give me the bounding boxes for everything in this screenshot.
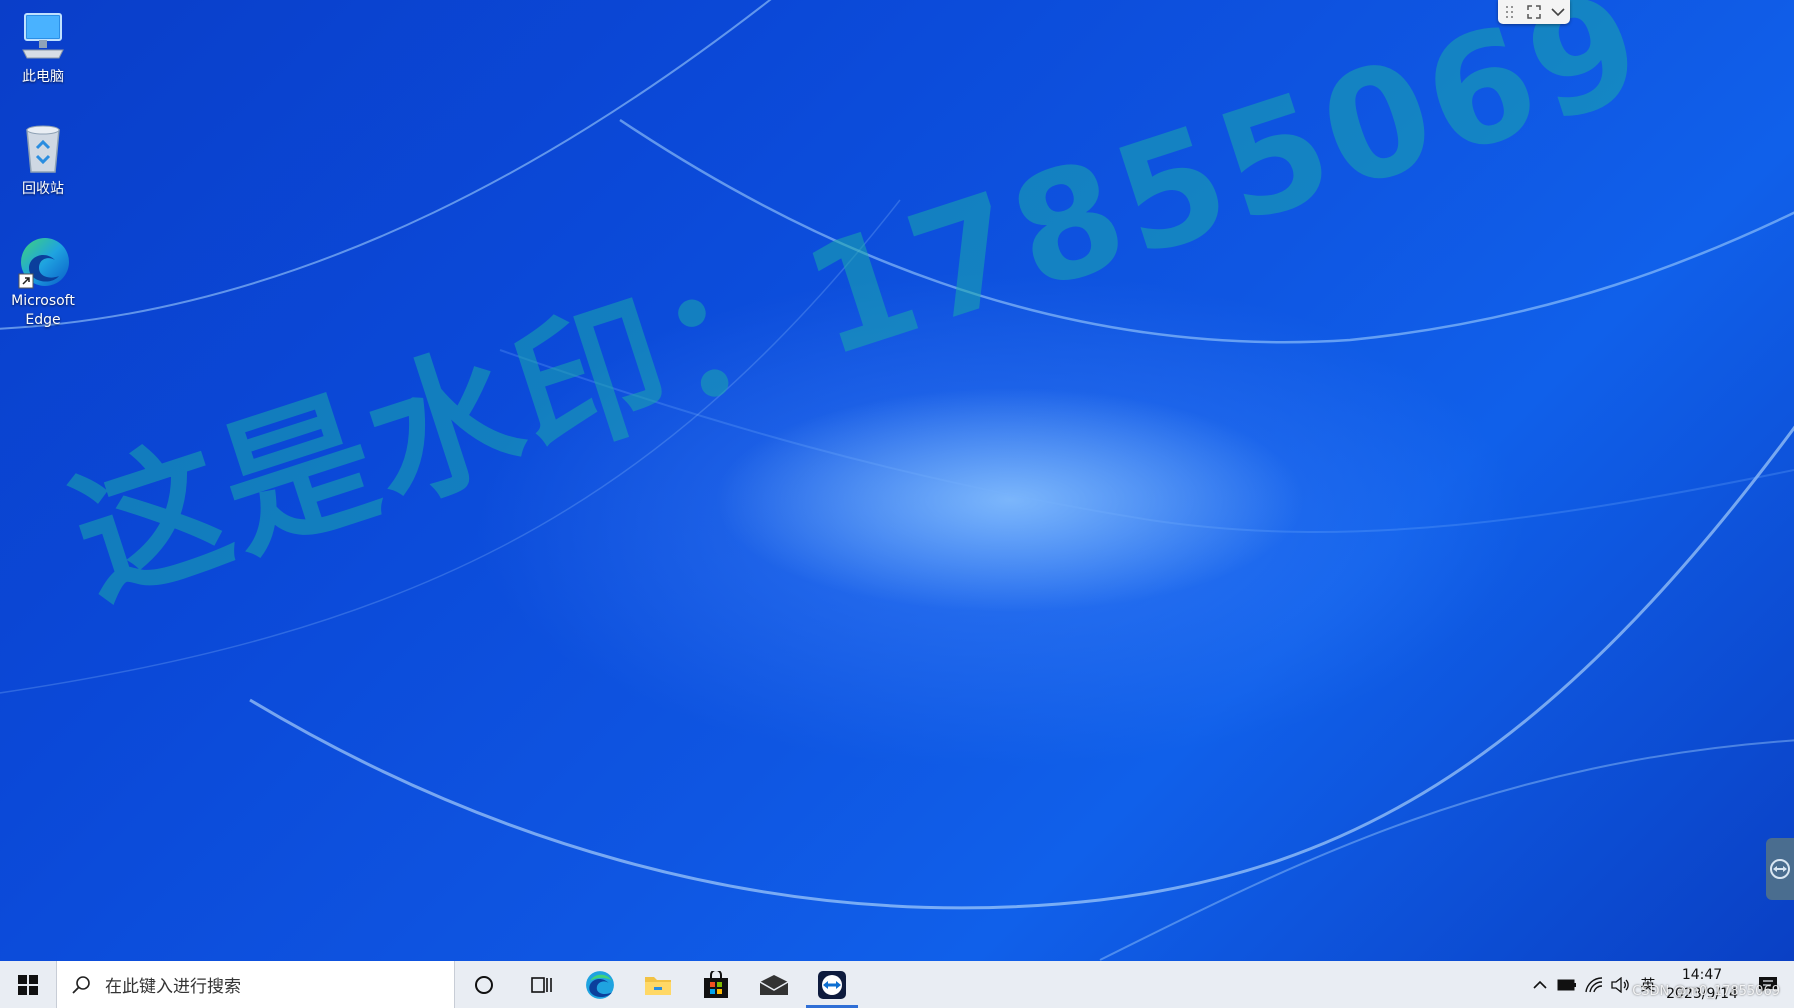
taskbar: 在此键入进行搜索 英 14:47 2023/9/14 CSDN @m0_1785… [0, 961, 1794, 1008]
edge-icon [15, 234, 71, 290]
edge-icon [586, 970, 614, 999]
desktop-icon-this-pc[interactable]: 此电脑 [0, 10, 86, 87]
desktop-icon-recycle-bin[interactable]: 回收站 [0, 122, 86, 199]
windows-logo-icon [18, 974, 38, 995]
teamviewer-side-tab[interactable] [1766, 838, 1794, 900]
remote-session-toolbar [1498, 0, 1570, 24]
system-tray: 英 14:47 2023/9/14 CSDN @m0_17855069 [1526, 961, 1794, 1008]
taskbar-store-button[interactable] [687, 961, 745, 1008]
teamviewer-icon [818, 970, 846, 999]
task-view-icon [531, 976, 552, 993]
file-explorer-icon [645, 976, 671, 995]
desktop-icon-label: 此电脑 [22, 69, 64, 85]
desktop-icon-edge[interactable]: Microsoft Edge [0, 234, 86, 330]
start-button[interactable] [0, 961, 56, 1008]
taskbar-search-box[interactable]: 在此键入进行搜索 [56, 961, 455, 1008]
cortana-icon [475, 975, 493, 994]
computer-icon [15, 10, 71, 66]
speaker-icon [1610, 976, 1629, 993]
task-view-button[interactable] [513, 961, 571, 1008]
desktop-icon-label: 回收站 [22, 181, 64, 197]
desktop: 此电脑 回收站 Microsoft Edge 这是水印：17855069 [0, 0, 1794, 961]
wifi-icon [1584, 976, 1602, 992]
taskbar-edge-button[interactable] [571, 961, 629, 1008]
drag-handle-icon[interactable] [1501, 3, 1519, 21]
csdn-watermark-text: CSDN @m0_17855069 [1632, 984, 1780, 999]
recycle-bin-icon [15, 122, 71, 178]
volume-button[interactable] [1607, 961, 1634, 1008]
taskbar-mail-button[interactable] [745, 961, 803, 1008]
desktop-icon-label: Microsoft Edge [11, 293, 75, 328]
search-placeholder: 在此键入进行搜索 [105, 977, 241, 997]
network-button[interactable] [1580, 961, 1607, 1008]
teamviewer-icon [1770, 859, 1790, 879]
show-hidden-icons-button[interactable] [1526, 961, 1553, 1008]
battery-icon [1557, 979, 1576, 990]
battery-button[interactable] [1553, 961, 1580, 1008]
taskbar-file-explorer-button[interactable] [629, 961, 687, 1008]
taskbar-teamviewer-button[interactable] [803, 961, 861, 1008]
mail-icon [759, 974, 789, 995]
chevron-down-icon[interactable] [1549, 3, 1567, 21]
clock-time: 14:47 [1681, 966, 1723, 983]
microsoft-store-icon [704, 970, 728, 998]
cortana-button[interactable] [455, 961, 513, 1008]
search-icon [72, 975, 90, 994]
fullscreen-icon[interactable] [1525, 3, 1543, 21]
chevron-up-icon [1532, 980, 1547, 989]
